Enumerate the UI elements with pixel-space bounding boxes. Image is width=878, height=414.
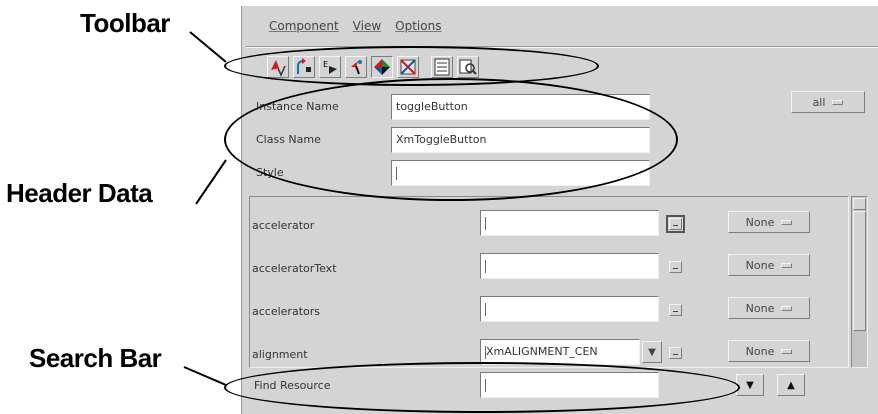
resource-option-value: None: [745, 301, 775, 315]
resource-option-value: None: [745, 344, 775, 358]
option-indicator-icon: [781, 305, 793, 311]
menu-bar: Component View Options: [269, 19, 441, 33]
find-previous-button[interactable]: ▲: [777, 374, 805, 396]
clear-icon[interactable]: [397, 56, 419, 78]
menu-separator: [246, 46, 878, 48]
svg-text:E: E: [323, 60, 328, 69]
header-data-callout: Header Data: [6, 178, 153, 208]
resource-edit-button[interactable]: [669, 261, 682, 273]
menu-component[interactable]: Component: [269, 19, 339, 33]
resource-name: accelerators: [252, 305, 320, 318]
resource-option-menu[interactable]: None: [728, 297, 810, 319]
header-leader-line: [195, 159, 227, 205]
search-leader-line: [183, 366, 227, 386]
search-bar-callout: Search Bar: [29, 343, 162, 373]
text-caret: [485, 259, 486, 273]
resource-scrollbar[interactable]: [851, 196, 868, 368]
option-indicator-icon: [781, 348, 793, 354]
cut-icon[interactable]: [345, 56, 367, 78]
resource-option-value: None: [745, 258, 775, 272]
resource-value-field[interactable]: [480, 296, 659, 322]
down-arrow-icon: ▼: [746, 379, 754, 391]
menu-options[interactable]: Options: [395, 19, 441, 33]
list-icon[interactable]: [431, 56, 453, 78]
copy-icon[interactable]: [293, 56, 315, 78]
resource-option-value: None: [745, 215, 775, 229]
toolbar-leader-line: [189, 31, 227, 63]
resource-option-menu[interactable]: None: [728, 211, 810, 233]
resource-value-field[interactable]: XmALIGNMENT_CEN: [480, 339, 640, 365]
text-caret: [396, 166, 397, 180]
scroll-up-arrow-icon[interactable]: [853, 198, 866, 210]
instance-name-field[interactable]: toggleButton: [391, 94, 650, 120]
text-caret: [485, 302, 486, 316]
class-name-value: XmToggleButton: [396, 133, 487, 146]
color-icon[interactable]: [371, 56, 393, 78]
find-resource-label: Find Resource: [254, 379, 331, 392]
text-caret: [485, 378, 486, 392]
option-indicator-icon: [781, 262, 793, 268]
resource-option-menu[interactable]: None: [728, 340, 810, 362]
paste-icon[interactable]: E: [319, 56, 341, 78]
resource-name: accelerator: [252, 219, 315, 232]
resource-value: XmALIGNMENT_CEN: [486, 345, 598, 358]
search-view-icon[interactable]: [457, 56, 479, 78]
add-resource-icon[interactable]: [267, 56, 289, 78]
resource-edit-button[interactable]: [669, 347, 682, 359]
style-field[interactable]: [391, 160, 650, 186]
dropdown-arrow-icon: ▼: [648, 346, 656, 358]
resource-name: acceleratorText: [252, 262, 337, 275]
toolbar-callout: Toolbar: [80, 8, 170, 38]
option-indicator-icon: [781, 219, 793, 225]
instance-name-label: Instance Name: [256, 100, 339, 113]
find-next-button[interactable]: ▼: [736, 374, 764, 396]
scrollbar-thumb[interactable]: [853, 211, 866, 331]
class-name-label: Class Name: [256, 133, 321, 146]
menu-view[interactable]: View: [353, 19, 381, 33]
class-name-field[interactable]: XmToggleButton: [391, 127, 650, 153]
text-caret: [485, 216, 486, 230]
filter-option-value: all: [812, 95, 826, 109]
resource-edit-button[interactable]: [666, 215, 685, 233]
resource-edit-button[interactable]: [669, 304, 682, 316]
find-resource-field[interactable]: [480, 372, 659, 398]
resource-value-field[interactable]: [480, 210, 659, 236]
filter-option-menu[interactable]: all: [791, 91, 865, 113]
resource-name: alignment: [252, 348, 308, 361]
option-indicator-icon: [832, 99, 844, 105]
up-arrow-icon: ▲: [787, 379, 795, 391]
resource-value-field[interactable]: [480, 253, 659, 279]
alignment-dropdown-button[interactable]: ▼: [642, 341, 662, 363]
resource-option-menu[interactable]: None: [728, 254, 810, 276]
style-label: Style: [256, 166, 284, 179]
